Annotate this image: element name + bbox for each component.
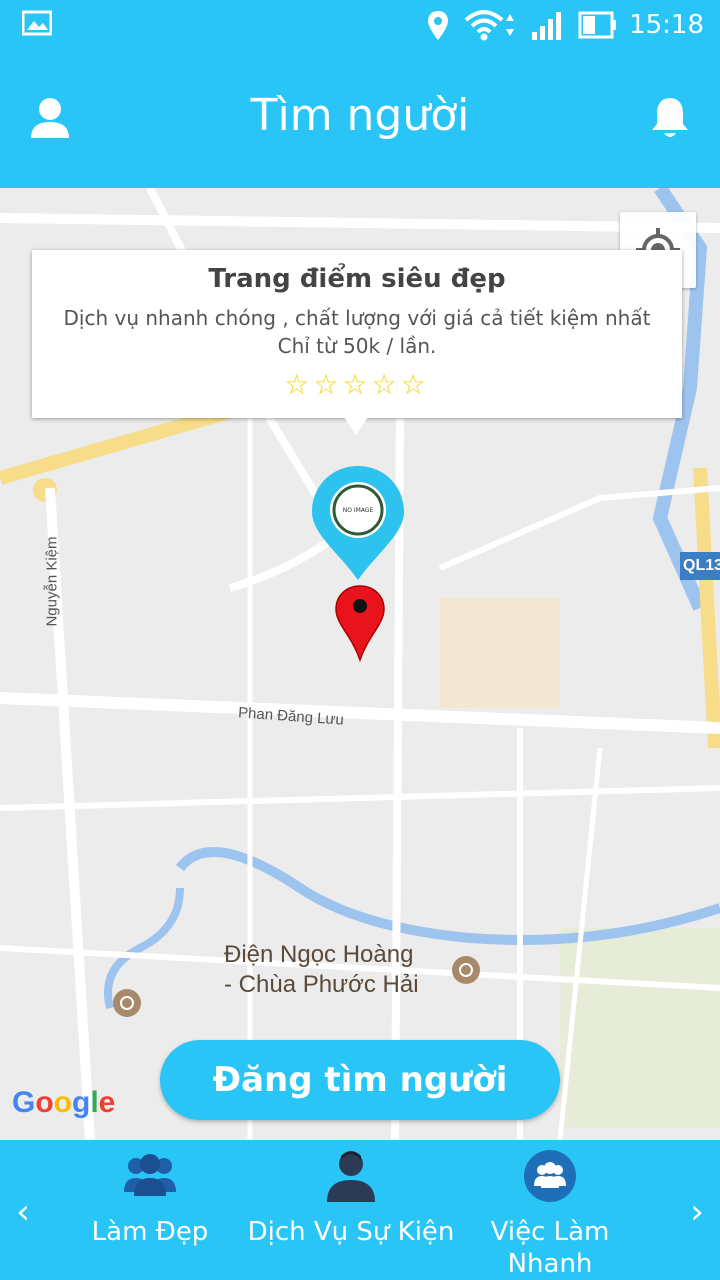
card-pointer bbox=[344, 417, 368, 435]
status-time: 15:18 bbox=[629, 10, 704, 40]
page-title: Tìm người bbox=[250, 90, 470, 141]
card-description-line2: Chỉ từ 50k / lần. bbox=[277, 334, 437, 358]
person-icon bbox=[327, 1151, 375, 1202]
team-circle-icon bbox=[524, 1150, 576, 1202]
wifi-icon bbox=[464, 10, 514, 41]
road-label-ql13: QL13 bbox=[683, 557, 720, 574]
location-pin-icon bbox=[335, 585, 385, 662]
nav-label-lam-dep: Làm Đẹp bbox=[91, 1217, 209, 1247]
card-description: Dịch vụ nhanh chóng , chất lượng với giá… bbox=[32, 304, 682, 360]
map-view[interactable]: Nguyễn Kiệm Phan Đăng Lưu QL13 Điện Ngọc… bbox=[0, 188, 720, 1140]
bottom-nav: ‹ Làm Đẹp Dịch Vụ Sự Kiện Việc Làm Nhanh… bbox=[0, 1140, 720, 1280]
post-search-button[interactable]: Đăng tìm người bbox=[160, 1040, 560, 1120]
poi-label-line2: - Chùa Phước Hải bbox=[224, 971, 419, 998]
app-header: Tìm người bbox=[0, 52, 720, 188]
pin-image-text: NO IMAGE bbox=[343, 507, 374, 514]
battery-icon bbox=[578, 11, 616, 39]
card-title: Trang điểm siêu đẹp bbox=[208, 264, 506, 294]
nav-item-dich-vu-su-kien[interactable]: Dịch Vụ Sự Kiện bbox=[246, 1148, 456, 1248]
location-icon bbox=[428, 11, 448, 40]
poi-label-line1: Điện Ngọc Hoàng bbox=[224, 941, 414, 968]
signal-icon bbox=[532, 12, 561, 40]
road-label-nguyen-kiem: Nguyễn Kiệm bbox=[43, 536, 61, 627]
nav-prev-arrow[interactable]: ‹ bbox=[8, 1192, 38, 1232]
image-icon bbox=[22, 10, 52, 36]
nav-item-viec-lam-nhanh[interactable]: Việc Làm Nhanh bbox=[480, 1148, 620, 1280]
nav-label-viec-lam-nhanh: Việc Làm Nhanh bbox=[490, 1217, 610, 1279]
group-icon bbox=[124, 1154, 176, 1196]
info-card[interactable]: Trang điểm siêu đẹp Dịch vụ nhanh chóng … bbox=[32, 250, 682, 418]
google-attribution: Google bbox=[12, 1086, 116, 1119]
card-description-line1: Dịch vụ nhanh chóng , chất lượng với giá… bbox=[63, 306, 651, 330]
poi-label: Điện Ngọc Hoàng - Chùa Phước Hải bbox=[224, 940, 419, 1000]
provider-pin-icon[interactable]: NO IMAGE bbox=[310, 464, 406, 582]
rating-stars: ☆☆☆☆☆ bbox=[284, 368, 430, 401]
nav-item-lam-dep[interactable]: Làm Đẹp bbox=[80, 1148, 220, 1248]
status-bar: 15:18 bbox=[0, 0, 720, 52]
bell-icon[interactable] bbox=[646, 94, 694, 142]
nav-next-arrow[interactable]: › bbox=[682, 1192, 712, 1232]
nav-label-dich-vu-su-kien: Dịch Vụ Sự Kiện bbox=[247, 1217, 455, 1247]
